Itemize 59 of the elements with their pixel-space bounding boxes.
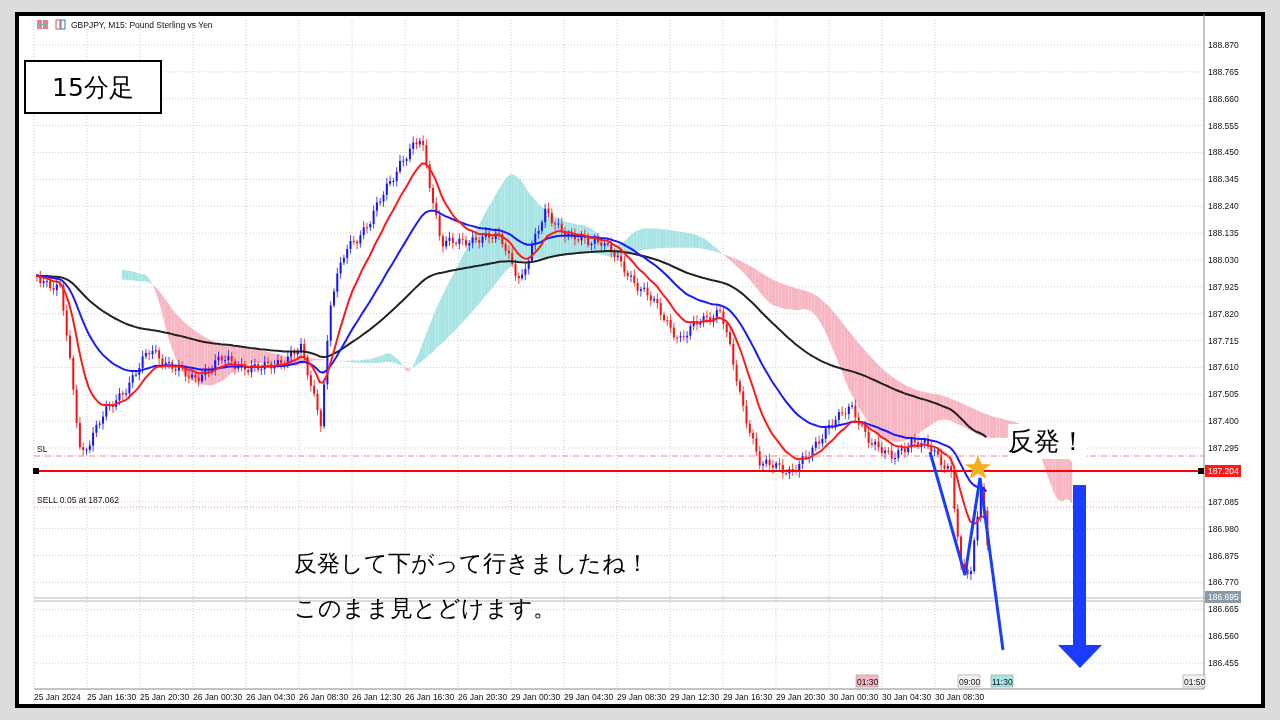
price-axis-label: 187.505 (1208, 389, 1239, 400)
price-axis-label: 187.295 (1208, 443, 1239, 454)
price-tag: 187.204 (1205, 465, 1241, 477)
time-axis-label: 29 Jan 16:30 (723, 692, 773, 702)
time-tag: 01:30 (855, 674, 879, 688)
time-tag: 01:50 (1182, 674, 1206, 688)
order-label: SL (37, 444, 48, 454)
time-axis-label: 26 Jan 16:30 (405, 692, 455, 702)
price-axis-label: 188.660 (1208, 93, 1239, 104)
price-axis-label: 186.770 (1208, 577, 1239, 588)
time-axis-label: 25 Jan 2024 (34, 692, 81, 702)
price-axis-label: 187.715 (1208, 335, 1239, 346)
chart-title: GBPJPY, M15: Pound Sterling vs Yen (71, 20, 213, 30)
time-axis-label: 29 Jan 00:30 (511, 692, 561, 702)
timeframe-label: 15分足 (24, 60, 162, 114)
price-axis-label: 187.925 (1208, 281, 1239, 292)
time-axis-label: 25 Jan 16:30 (87, 692, 137, 702)
price-axis-label: 188.135 (1208, 228, 1239, 239)
price-axis-label: 188.240 (1208, 201, 1239, 212)
price-axis-label: 187.085 (1208, 496, 1239, 507)
price-level-line[interactable] (33, 468, 1205, 474)
time-axis-label: 26 Jan 04:30 (246, 692, 296, 702)
time-axis-label: 29 Jan 12:30 (670, 692, 720, 702)
price-axis-label: 186.560 (1208, 631, 1239, 642)
time-axis-label: 30 Jan 00:30 (829, 692, 879, 702)
indicator-icon (55, 19, 66, 30)
time-axis-label: 29 Jan 08:30 (617, 692, 667, 702)
price-axis-label: 186.980 (1208, 523, 1239, 534)
price-axis-label: 186.875 (1208, 550, 1239, 561)
price-axis-label: 187.610 (1208, 362, 1239, 373)
chart-type-icon (36, 19, 49, 30)
price-axis-label: 188.030 (1208, 254, 1239, 265)
price-axis-label: 186.455 (1208, 658, 1239, 668)
time-tag: 11:30 (990, 674, 1014, 688)
time-axis-label: 30 Jan 04:30 (882, 692, 932, 702)
order-label: SELL 0.05 at 187.062 (37, 495, 119, 505)
time-axis-label: 29 Jan 04:30 (564, 692, 614, 702)
time-axis-label: 26 Jan 20:30 (458, 692, 508, 702)
time-axis-label: 26 Jan 12:30 (352, 692, 402, 702)
time-axis-label: 29 Jan 20:30 (776, 692, 826, 702)
price-axis-label: 187.400 (1208, 416, 1239, 427)
time-axis-label: 26 Jan 00:30 (193, 692, 243, 702)
star-icon (965, 455, 991, 479)
price-axis-label: 188.555 (1208, 120, 1239, 131)
comment-text: このまま見とどけます。 (294, 594, 556, 623)
comment-text: 反発して下がって行きましたね！ (294, 549, 649, 578)
price-axis-label: 188.765 (1208, 66, 1239, 77)
time-axis-label: 30 Jan 08:30 (935, 692, 985, 702)
down-arrow-icon (1058, 485, 1102, 668)
price-axis-label: 188.450 (1208, 147, 1239, 158)
price-axis-label: 188.345 (1208, 174, 1239, 185)
callout-text: 反発！ (1008, 424, 1086, 459)
time-axis-label: 26 Jan 08:30 (299, 692, 349, 702)
price-tag: 186.695 (1205, 591, 1241, 603)
time-tag: 09:00 (957, 674, 981, 688)
price-axis-label: 186.665 (1208, 604, 1239, 615)
time-axis-label: 25 Jan 20:30 (140, 692, 190, 702)
price-axis-label: 188.870 (1208, 40, 1239, 50)
price-axis-label: 187.820 (1208, 308, 1239, 319)
